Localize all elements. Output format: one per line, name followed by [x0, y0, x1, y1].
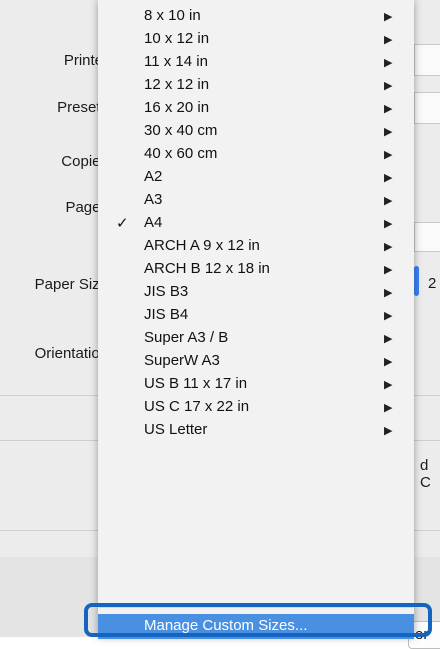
- submenu-arrow-icon: ▶: [384, 310, 393, 322]
- menu-item-label: ARCH A 9 x 12 in: [144, 237, 260, 254]
- menu-item[interactable]: JIS B3 ▶: [98, 282, 414, 304]
- printer-label: Printer: [63, 52, 108, 69]
- menu-item-label: 10 x 12 in: [144, 30, 210, 47]
- menu-item[interactable]: JIS B4 ▶: [98, 305, 414, 327]
- paper-size-label: Paper Size: [34, 276, 108, 293]
- menu-item[interactable]: A3 ▶: [98, 190, 414, 212]
- menu-item[interactable]: US C 17 x 22 in ▶: [98, 397, 414, 419]
- menu-item[interactable]: US Letter ▶: [98, 420, 414, 442]
- checkmark-icon: ✓: [116, 215, 129, 232]
- copies-label: Copies: [61, 153, 108, 170]
- submenu-arrow-icon: ▶: [384, 333, 393, 345]
- submenu-arrow-icon: ▶: [384, 34, 393, 46]
- menu-item[interactable]: 11 x 14 in ▶: [98, 52, 414, 74]
- menu-item-label: JIS B3: [144, 283, 189, 300]
- menu-item-label: A3: [144, 191, 163, 208]
- menu-item[interactable]: ARCH B 12 x 18 in ▶: [98, 259, 414, 281]
- submenu-arrow-icon: ▶: [384, 356, 393, 368]
- menu-item-label: 12 x 12 in: [144, 76, 210, 93]
- menu-item-label: SuperW A3: [144, 352, 220, 369]
- menu-item[interactable]: A2 ▶: [98, 167, 414, 189]
- menu-item[interactable]: ✓ A4 ▶: [98, 213, 414, 235]
- paper-size-dimension: 2: [428, 275, 437, 292]
- submenu-arrow-icon: ▶: [384, 379, 393, 391]
- submenu-arrow-icon: ▶: [384, 218, 393, 230]
- menu-item[interactable]: 8 x 10 in ▶: [98, 6, 414, 28]
- menu-item[interactable]: 10 x 12 in ▶: [98, 29, 414, 51]
- menu-item-label: 16 x 20 in: [144, 99, 210, 116]
- submenu-arrow-icon: ▶: [384, 287, 393, 299]
- orientation-label: Orientation: [34, 345, 108, 362]
- submenu-arrow-icon: ▶: [384, 172, 393, 184]
- submenu-arrow-icon: ▶: [384, 241, 393, 253]
- menu-item-label: 40 x 60 cm: [144, 145, 218, 162]
- menu-item-label: Super A3 / B: [144, 329, 229, 346]
- menu-item-label: A4: [144, 214, 163, 231]
- menu-item[interactable]: 16 x 20 in ▶: [98, 98, 414, 120]
- callout-highlight: [84, 603, 432, 637]
- truncated-option-text: d C: [420, 457, 431, 491]
- menu-item-label: ARCH B 12 x 18 in: [144, 260, 270, 277]
- submenu-arrow-icon: ▶: [384, 425, 393, 437]
- menu-item-label: 30 x 40 cm: [144, 122, 218, 139]
- menu-item-label: US C 17 x 22 in: [144, 398, 250, 415]
- menu-item-label: US B 11 x 17 in: [144, 375, 248, 392]
- menu-item[interactable]: ARCH A 9 x 12 in ▶: [98, 236, 414, 258]
- menu-item[interactable]: US B 11 x 17 in ▶: [98, 374, 414, 396]
- menu-item[interactable]: SuperW A3 ▶: [98, 351, 414, 373]
- paper-size-menu: 8 x 10 in ▶ 10 x 12 in ▶ 11 x 14 in ▶ 12 x 12 …: [98, 0, 414, 639]
- menu-item[interactable]: 30 x 40 cm ▶: [98, 121, 414, 143]
- submenu-arrow-icon: ▶: [384, 103, 393, 115]
- submenu-arrow-icon: ▶: [384, 80, 393, 92]
- submenu-arrow-icon: ▶: [384, 195, 393, 207]
- menu-item-label: US Letter: [144, 421, 208, 438]
- submenu-arrow-icon: ▶: [384, 57, 393, 69]
- paper-size-popup-edge[interactable]: [414, 266, 419, 296]
- submenu-arrow-icon: ▶: [384, 402, 393, 414]
- menu-item-label: A2: [144, 168, 163, 185]
- printer-popup[interactable]: [414, 44, 440, 76]
- submenu-arrow-icon: ▶: [384, 264, 393, 276]
- menu-item[interactable]: Super A3 / B ▶: [98, 328, 414, 350]
- presets-popup[interactable]: [414, 92, 440, 124]
- pages-field[interactable]: [414, 222, 440, 252]
- submenu-arrow-icon: ▶: [384, 126, 393, 138]
- menu-item[interactable]: 12 x 12 in ▶: [98, 75, 414, 97]
- menu-item-label: 8 x 10 in: [144, 7, 201, 24]
- menu-item-label: JIS B4: [144, 306, 189, 323]
- menu-item[interactable]: 40 x 60 cm ▶: [98, 144, 414, 166]
- presets-label: Presets: [57, 99, 108, 116]
- pages-label: Pages: [65, 199, 108, 216]
- submenu-arrow-icon: ▶: [384, 11, 393, 23]
- menu-item-label: 11 x 14 in: [144, 53, 208, 70]
- submenu-arrow-icon: ▶: [384, 149, 393, 161]
